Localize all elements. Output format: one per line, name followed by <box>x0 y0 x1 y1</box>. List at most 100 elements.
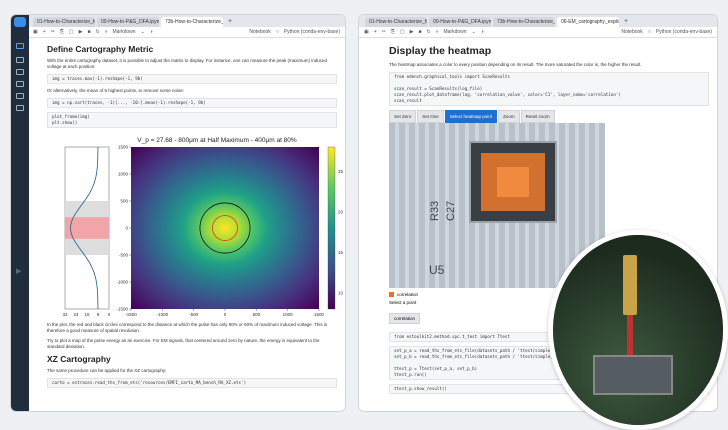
copy-icon[interactable]: ⎘ <box>391 29 395 35</box>
heatmap-toolbar: Set Zero Set One Select heatmap point Zo… <box>389 110 709 123</box>
code-cell[interactable]: [6]:plot_frame(img) plt.show() <box>47 112 337 128</box>
left-sidebar: ▶ <box>11 15 29 411</box>
profile-tick-label: 16 <box>84 312 90 317</box>
x-tick-label: -1500 <box>125 312 137 317</box>
chip-label: C27 <box>445 200 457 221</box>
cut-icon[interactable]: ✂ <box>51 29 55 35</box>
commands-icon[interactable] <box>16 69 24 75</box>
section-heading-heatmap: Display the heatmap <box>389 45 492 57</box>
colorbar-tick-label: 25 <box>338 169 344 174</box>
probe-connector <box>623 255 637 315</box>
cut-icon[interactable]: ✂ <box>382 29 386 35</box>
run-icon[interactable]: ▶ <box>410 29 414 35</box>
cell-type-select[interactable]: Markdown <box>112 29 135 35</box>
extensions-icon[interactable] <box>16 105 24 111</box>
paragraph: With the entire cartography dataset, it … <box>47 58 328 69</box>
x-tick-label: 1000 <box>283 312 294 317</box>
code-text: carto = estraces.read_ths_from_ets('reso… <box>52 380 247 385</box>
set-one-button[interactable]: Set One <box>417 110 444 123</box>
y-tick-label: 1500 <box>118 145 129 150</box>
code-cell[interactable]: [5]:from edench.graphical_tools import S… <box>389 72 709 106</box>
stop-icon[interactable]: ■ <box>418 29 421 35</box>
legend-label: correlation <box>397 292 419 297</box>
add-tab-button[interactable]: + <box>225 17 235 27</box>
running-icon[interactable] <box>16 57 24 63</box>
colorbar-tick-label: 10 <box>338 290 344 295</box>
paragraph: Or alternatively, the mean of 5 highest … <box>47 88 184 93</box>
save-icon[interactable]: ▣ <box>33 29 38 35</box>
profile-tick-label: 32 <box>62 312 68 317</box>
lab-probe-photo <box>548 230 728 430</box>
code-text: img = traces.max(-1).reshape(-1, 9b) <box>52 76 143 81</box>
probe-tip <box>627 315 633 355</box>
git-icon[interactable]: ◑ <box>150 29 153 35</box>
kernel-status-icon: ○ <box>275 29 279 35</box>
code-cell[interactable]: [5]:img = np.sort(traces, -1)[..., -10:]… <box>47 98 337 108</box>
side-profile-plot: 32 24 16 8 0 <box>62 146 111 317</box>
add-cell-icon[interactable]: + <box>43 29 46 35</box>
colorbar <box>327 146 336 310</box>
fast-forward-icon[interactable]: » <box>436 29 439 35</box>
tab-4[interactable]: 06-EM_cartography_exploita <box>557 17 619 27</box>
copy-icon[interactable]: ⎘ <box>60 29 64 35</box>
notebook-label[interactable]: Notebook <box>249 29 270 35</box>
code-text: img = np.sort(traces, -1)[..., -10:].mea… <box>52 100 206 105</box>
y-tick-label: 1000 <box>118 172 129 177</box>
reset-zoom-button[interactable]: Reset zoom <box>520 110 555 123</box>
notebook-window-left: 01-How-to-Characterize_fau 00-How-to-P&G… <box>10 14 346 412</box>
y-tick-label: -500 <box>119 253 129 258</box>
tab-3[interactable]: 73b-How-to-Characterize_D <box>161 17 223 27</box>
section-heading-cartography: Define Cartography Metric <box>47 44 154 54</box>
pcb-background <box>553 235 723 425</box>
x-tick-label: 1500 <box>314 312 325 317</box>
fast-forward-icon[interactable]: » <box>105 29 108 35</box>
tab-bar: 01-How-to-Characterize_fau 00-How-to-P&G… <box>11 15 345 27</box>
paste-icon[interactable]: ▢ <box>69 29 74 35</box>
file-browser-icon[interactable] <box>16 43 24 49</box>
zoom-button[interactable]: Zoom <box>498 110 520 123</box>
select-heatmap-point-button[interactable]: Select heatmap point <box>444 110 498 123</box>
x-tick-label: 0 <box>224 312 227 317</box>
code-cell[interactable]: [4]:img = traces.max(-1).reshape(-1, 9b) <box>47 74 337 84</box>
tabs-icon[interactable] <box>16 93 24 99</box>
paste-icon[interactable]: ▢ <box>400 29 405 35</box>
x-axis: -1500 -1000 -500 0 500 1000 1500 <box>125 309 325 317</box>
layer-select[interactable]: correlation <box>389 313 421 324</box>
chevron-down-icon[interactable]: ⌄ <box>472 29 476 35</box>
code-cell[interactable]: [7]:carto = estraces.read_ths_from_ets('… <box>47 378 337 388</box>
restart-icon[interactable]: ↻ <box>96 29 100 35</box>
add-cell-icon[interactable]: + <box>374 29 377 35</box>
chip-label: R33 <box>429 200 441 221</box>
tab-1[interactable]: 01-How-to-Characterize_fau <box>365 17 427 27</box>
kernel-name[interactable]: Python (conda-env-base) <box>284 29 340 35</box>
y-tick-label: 500 <box>120 199 128 204</box>
code-text: set_p_a = read_ths_from_ets_file(dataset… <box>394 348 553 377</box>
chevron-down-icon[interactable]: ⌄ <box>141 29 145 35</box>
tab-3[interactable]: 73b-How-to-Characterize_D <box>493 17 555 27</box>
tab-1[interactable]: 01-How-to-Characterize_fau <box>33 17 95 27</box>
cartography-chart: V_p = 27.68 - 800μm at Half Maximum - 40… <box>62 137 344 317</box>
git-icon[interactable]: ◑ <box>481 29 484 35</box>
run-icon[interactable]: ▶ <box>79 29 83 35</box>
x-tick-label: 500 <box>253 312 261 317</box>
x-tick-label: -500 <box>189 312 199 317</box>
chip-label: U5 <box>429 263 445 277</box>
collapse-arrow-icon[interactable]: ▶ <box>16 267 21 275</box>
save-icon[interactable]: ▣ <box>364 29 369 35</box>
restart-icon[interactable]: ↻ <box>427 29 431 35</box>
paragraph: Try to plot a map of the pulse energy as… <box>47 338 320 349</box>
property-inspector-icon[interactable] <box>16 81 24 87</box>
cell-type-select[interactable]: Markdown <box>443 29 466 35</box>
y-tick-label: 0 <box>125 226 128 231</box>
tab-2[interactable]: 00-How-to-P&G_DFA.ipynb <box>97 17 159 27</box>
set-zero-button[interactable]: Set Zero <box>389 110 417 123</box>
notebook-label[interactable]: Notebook <box>621 29 642 35</box>
stop-icon[interactable]: ■ <box>87 29 90 35</box>
colorbar-ticks: 10 15 20 25 <box>338 169 344 295</box>
tab-2[interactable]: 00-How-to-P&G_DFA.ipynb <box>429 17 491 27</box>
kernel-name[interactable]: Python (conda-env-base) <box>656 29 712 35</box>
y-tick-label: -1000 <box>116 280 128 285</box>
add-tab-button[interactable]: + <box>621 17 631 27</box>
section-heading-xz: XZ Cartography <box>47 354 111 364</box>
code-text: plot_frame(img) plt.show() <box>52 114 90 125</box>
